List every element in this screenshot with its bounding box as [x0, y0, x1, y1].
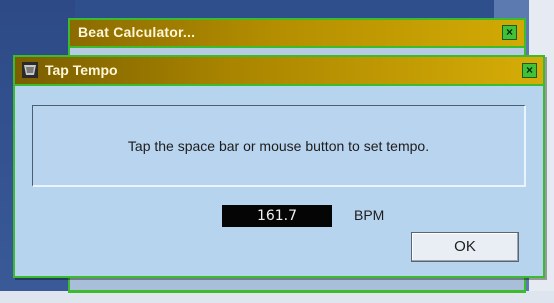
beat-calculator-title: Beat Calculator...	[78, 24, 196, 40]
tap-tempo-close-button[interactable]: ×	[522, 63, 537, 78]
instruction-panel[interactable]: Tap the space bar or mouse button to set…	[32, 105, 526, 187]
beat-calculator-bottom-edge	[68, 278, 526, 292]
beat-calculator-close-button[interactable]: ×	[502, 25, 517, 40]
tap-tempo-app-icon	[22, 62, 38, 78]
ok-button[interactable]: OK	[411, 232, 519, 262]
beat-calculator-titlebar[interactable]: Beat Calculator... ×	[70, 20, 524, 48]
instruction-text: Tap the space bar or mouse button to set…	[127, 138, 430, 154]
tap-tempo-title: Tap Tempo	[45, 62, 118, 78]
bpm-readout: 161.7	[222, 205, 332, 227]
bpm-unit-label: BPM	[354, 207, 385, 223]
tap-tempo-titlebar[interactable]: Tap Tempo ×	[15, 57, 543, 86]
tap-tempo-dialog: Tap Tempo × Tap the space bar or mouse b…	[13, 55, 545, 278]
